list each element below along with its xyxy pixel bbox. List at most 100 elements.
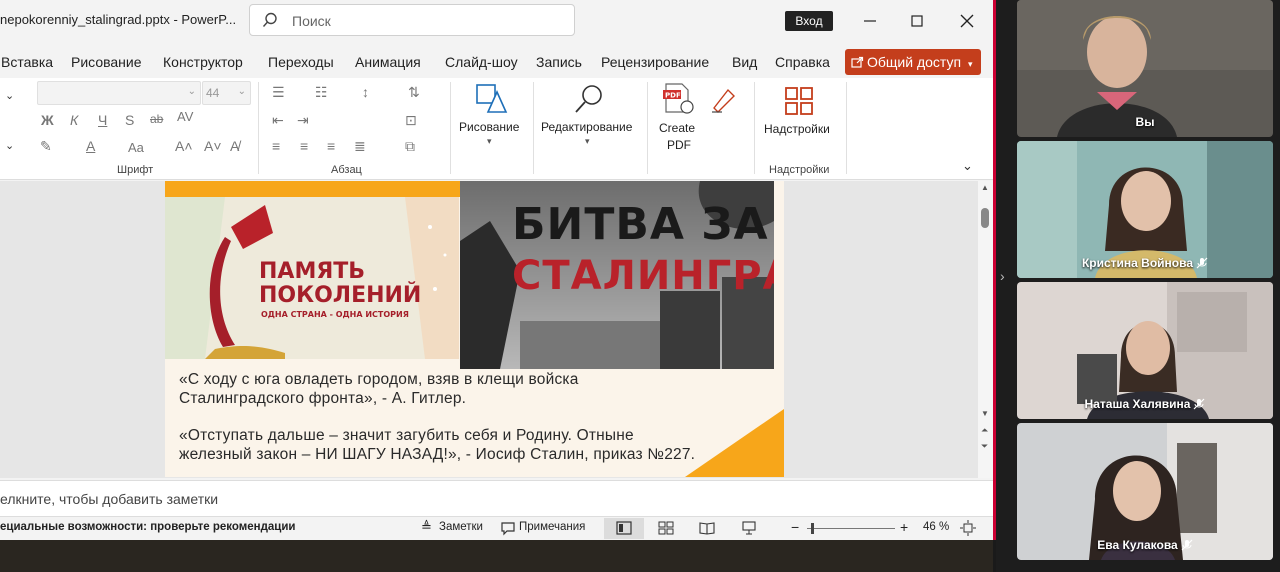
participant-tile[interactable]: Ева Кулакова bbox=[1017, 423, 1273, 560]
underline-icon[interactable]: Ч bbox=[98, 112, 107, 128]
participant-tile[interactable]: Кристина Войнова bbox=[1017, 141, 1273, 278]
highlight-icon[interactable]: ✎ bbox=[40, 138, 52, 155]
participant-name: Наташа Халявина bbox=[1017, 397, 1273, 411]
clear-format-icon[interactable]: A̸ bbox=[230, 138, 239, 154]
slide-sorter-icon[interactable] bbox=[658, 520, 674, 536]
comments-toggle[interactable]: Примечания bbox=[519, 521, 585, 533]
participant-tile[interactable]: Наташа Халявина bbox=[1017, 282, 1273, 419]
signin-button[interactable]: Вход bbox=[785, 11, 833, 31]
shadow-icon[interactable]: S bbox=[125, 112, 134, 128]
chevron-down-icon[interactable]: ⌄ bbox=[5, 89, 14, 102]
memory-logo: ПАМЯТЬ ПОКОЛЕНИЙ ОДНА СТРАНА - ОДНА ИСТО… bbox=[165, 197, 459, 359]
tab-draw[interactable]: Рисование bbox=[71, 54, 142, 70]
collapse-ribbon-icon[interactable]: ⌄ bbox=[962, 158, 973, 174]
tab-review[interactable]: Рецензирование bbox=[601, 54, 709, 70]
align-text-icon[interactable]: ⊡ bbox=[405, 112, 417, 129]
scroll-thumb[interactable] bbox=[981, 208, 989, 228]
font-size-value: 44 bbox=[206, 86, 220, 100]
zoom-slider-thumb[interactable] bbox=[811, 523, 814, 534]
zoom-level[interactable]: 46 % bbox=[923, 521, 949, 533]
separator bbox=[533, 82, 534, 174]
chevron-right-icon[interactable]: › bbox=[1000, 268, 1005, 284]
zoom-in-icon[interactable]: + bbox=[900, 519, 908, 535]
find-icon[interactable] bbox=[572, 82, 606, 116]
zoom-slider[interactable] bbox=[807, 528, 895, 529]
editing-button[interactable]: Редактирование bbox=[541, 120, 632, 134]
slide-accent-corner bbox=[685, 409, 784, 477]
participant-name: Вы bbox=[1135, 115, 1155, 129]
slide[interactable]: ПАМЯТЬ ПОКОЛЕНИЙ ОДНА СТРАНА - ОДНА ИСТО… bbox=[165, 181, 784, 477]
slideshow-icon[interactable] bbox=[741, 520, 757, 536]
minimize-button[interactable] bbox=[858, 9, 882, 33]
tab-view[interactable]: Вид bbox=[732, 54, 757, 70]
font-family-select[interactable]: ⌄ bbox=[37, 81, 201, 105]
close-icon bbox=[960, 14, 974, 28]
char-spacing-icon[interactable]: AV bbox=[177, 109, 193, 124]
shapes-icon[interactable] bbox=[474, 82, 508, 116]
create-pdf-label-2[interactable]: PDF bbox=[667, 138, 691, 152]
align-center-icon[interactable]: ≡ bbox=[300, 138, 308, 154]
scroll-up-icon[interactable]: ▲ bbox=[981, 183, 989, 192]
participant-tile[interactable]: Вы bbox=[1017, 0, 1273, 137]
align-left-icon[interactable]: ≡ bbox=[272, 138, 280, 154]
window-title: nepokorenniy_stalingrad.pptx - PowerP... bbox=[0, 12, 237, 27]
create-pdf-label-1[interactable]: Create bbox=[659, 121, 695, 135]
notes-pane[interactable]: елкните, чтобы добавить заметки bbox=[0, 480, 993, 516]
justify-icon[interactable]: ≣ bbox=[354, 138, 366, 155]
normal-view-icon[interactable] bbox=[616, 520, 632, 536]
tab-help[interactable]: Справка bbox=[775, 54, 830, 70]
separator bbox=[647, 82, 648, 174]
font-size-select[interactable]: 44 ⌄ bbox=[202, 81, 251, 105]
tab-design[interactable]: Конструктор bbox=[163, 54, 243, 70]
italic-icon[interactable]: К bbox=[70, 112, 78, 128]
decrease-font-icon[interactable]: A˅ bbox=[204, 138, 222, 154]
numbering-icon[interactable]: ☷ bbox=[315, 84, 328, 101]
pdf-icon[interactable]: PDF bbox=[662, 82, 696, 116]
search-placeholder: Поиск bbox=[292, 13, 331, 29]
bold-icon[interactable]: Ж bbox=[41, 112, 54, 128]
bullets-icon[interactable]: ☰ bbox=[272, 84, 285, 101]
text-direction-icon[interactable]: ⇅ bbox=[408, 84, 420, 101]
fit-to-window-icon[interactable] bbox=[960, 520, 976, 536]
tab-insert[interactable]: Вставка bbox=[1, 54, 53, 70]
addins-button[interactable]: Надстройки bbox=[764, 122, 830, 136]
decrease-indent-icon[interactable]: ⇤ bbox=[272, 112, 284, 129]
strikethrough-icon[interactable]: ab bbox=[150, 112, 163, 126]
quote-1-line-1: «С ходу с юга овладеть городом, взяв в к… bbox=[179, 371, 579, 388]
accessibility-status[interactable]: ециальные возможности: проверьте рекомен… bbox=[0, 521, 295, 533]
align-right-icon[interactable]: ≡ bbox=[327, 138, 335, 154]
participant-name: Кристина Войнова bbox=[1017, 256, 1273, 270]
status-bar: ециальные возможности: проверьте рекомен… bbox=[0, 516, 993, 540]
share-button[interactable]: Общий доступ ▾ bbox=[845, 49, 981, 75]
increase-font-icon[interactable]: A˄ bbox=[175, 138, 193, 154]
next-slide-icon[interactable]: ⏷ bbox=[981, 441, 988, 452]
reading-view-icon[interactable] bbox=[699, 520, 715, 536]
slide-accent-band bbox=[165, 181, 465, 197]
tab-transitions[interactable]: Переходы bbox=[268, 54, 334, 70]
chevron-down-icon[interactable]: ⌄ bbox=[5, 139, 14, 152]
maximize-button[interactable] bbox=[905, 9, 929, 33]
separator bbox=[450, 82, 451, 174]
drawing-button[interactable]: Рисование bbox=[459, 120, 519, 134]
comments-icon[interactable] bbox=[500, 520, 516, 536]
prev-slide-icon[interactable]: ⏶ bbox=[981, 425, 988, 436]
tab-animations[interactable]: Анимация bbox=[355, 54, 421, 70]
title-bar: nepokorenniy_stalingrad.pptx - PowerP...… bbox=[0, 0, 993, 42]
notes-toggle[interactable]: Заметки bbox=[439, 521, 483, 533]
font-color-icon[interactable]: A bbox=[86, 138, 95, 154]
search-input[interactable]: Поиск bbox=[249, 4, 575, 36]
quote-2-line-1: «Отступать дальше – значит загубить себя… bbox=[179, 427, 634, 444]
close-button[interactable] bbox=[955, 9, 979, 33]
sign-icon[interactable] bbox=[708, 84, 738, 114]
participant-name: Ева Кулакова bbox=[1017, 538, 1273, 552]
change-case-icon[interactable]: Aa bbox=[128, 140, 144, 155]
scroll-down-icon[interactable]: ▼ bbox=[981, 409, 989, 418]
tab-slideshow[interactable]: Слайд-шоу bbox=[445, 54, 518, 70]
addins-icon[interactable] bbox=[784, 86, 814, 116]
tab-record[interactable]: Запись bbox=[536, 54, 582, 70]
zoom-out-icon[interactable]: − bbox=[791, 519, 799, 535]
smartart-icon[interactable]: ⧉ bbox=[405, 138, 415, 155]
increase-indent-icon[interactable]: ⇥ bbox=[297, 112, 309, 129]
line-spacing-icon[interactable]: ↕ bbox=[362, 84, 369, 100]
notes-icon[interactable]: ≜ bbox=[421, 519, 432, 535]
